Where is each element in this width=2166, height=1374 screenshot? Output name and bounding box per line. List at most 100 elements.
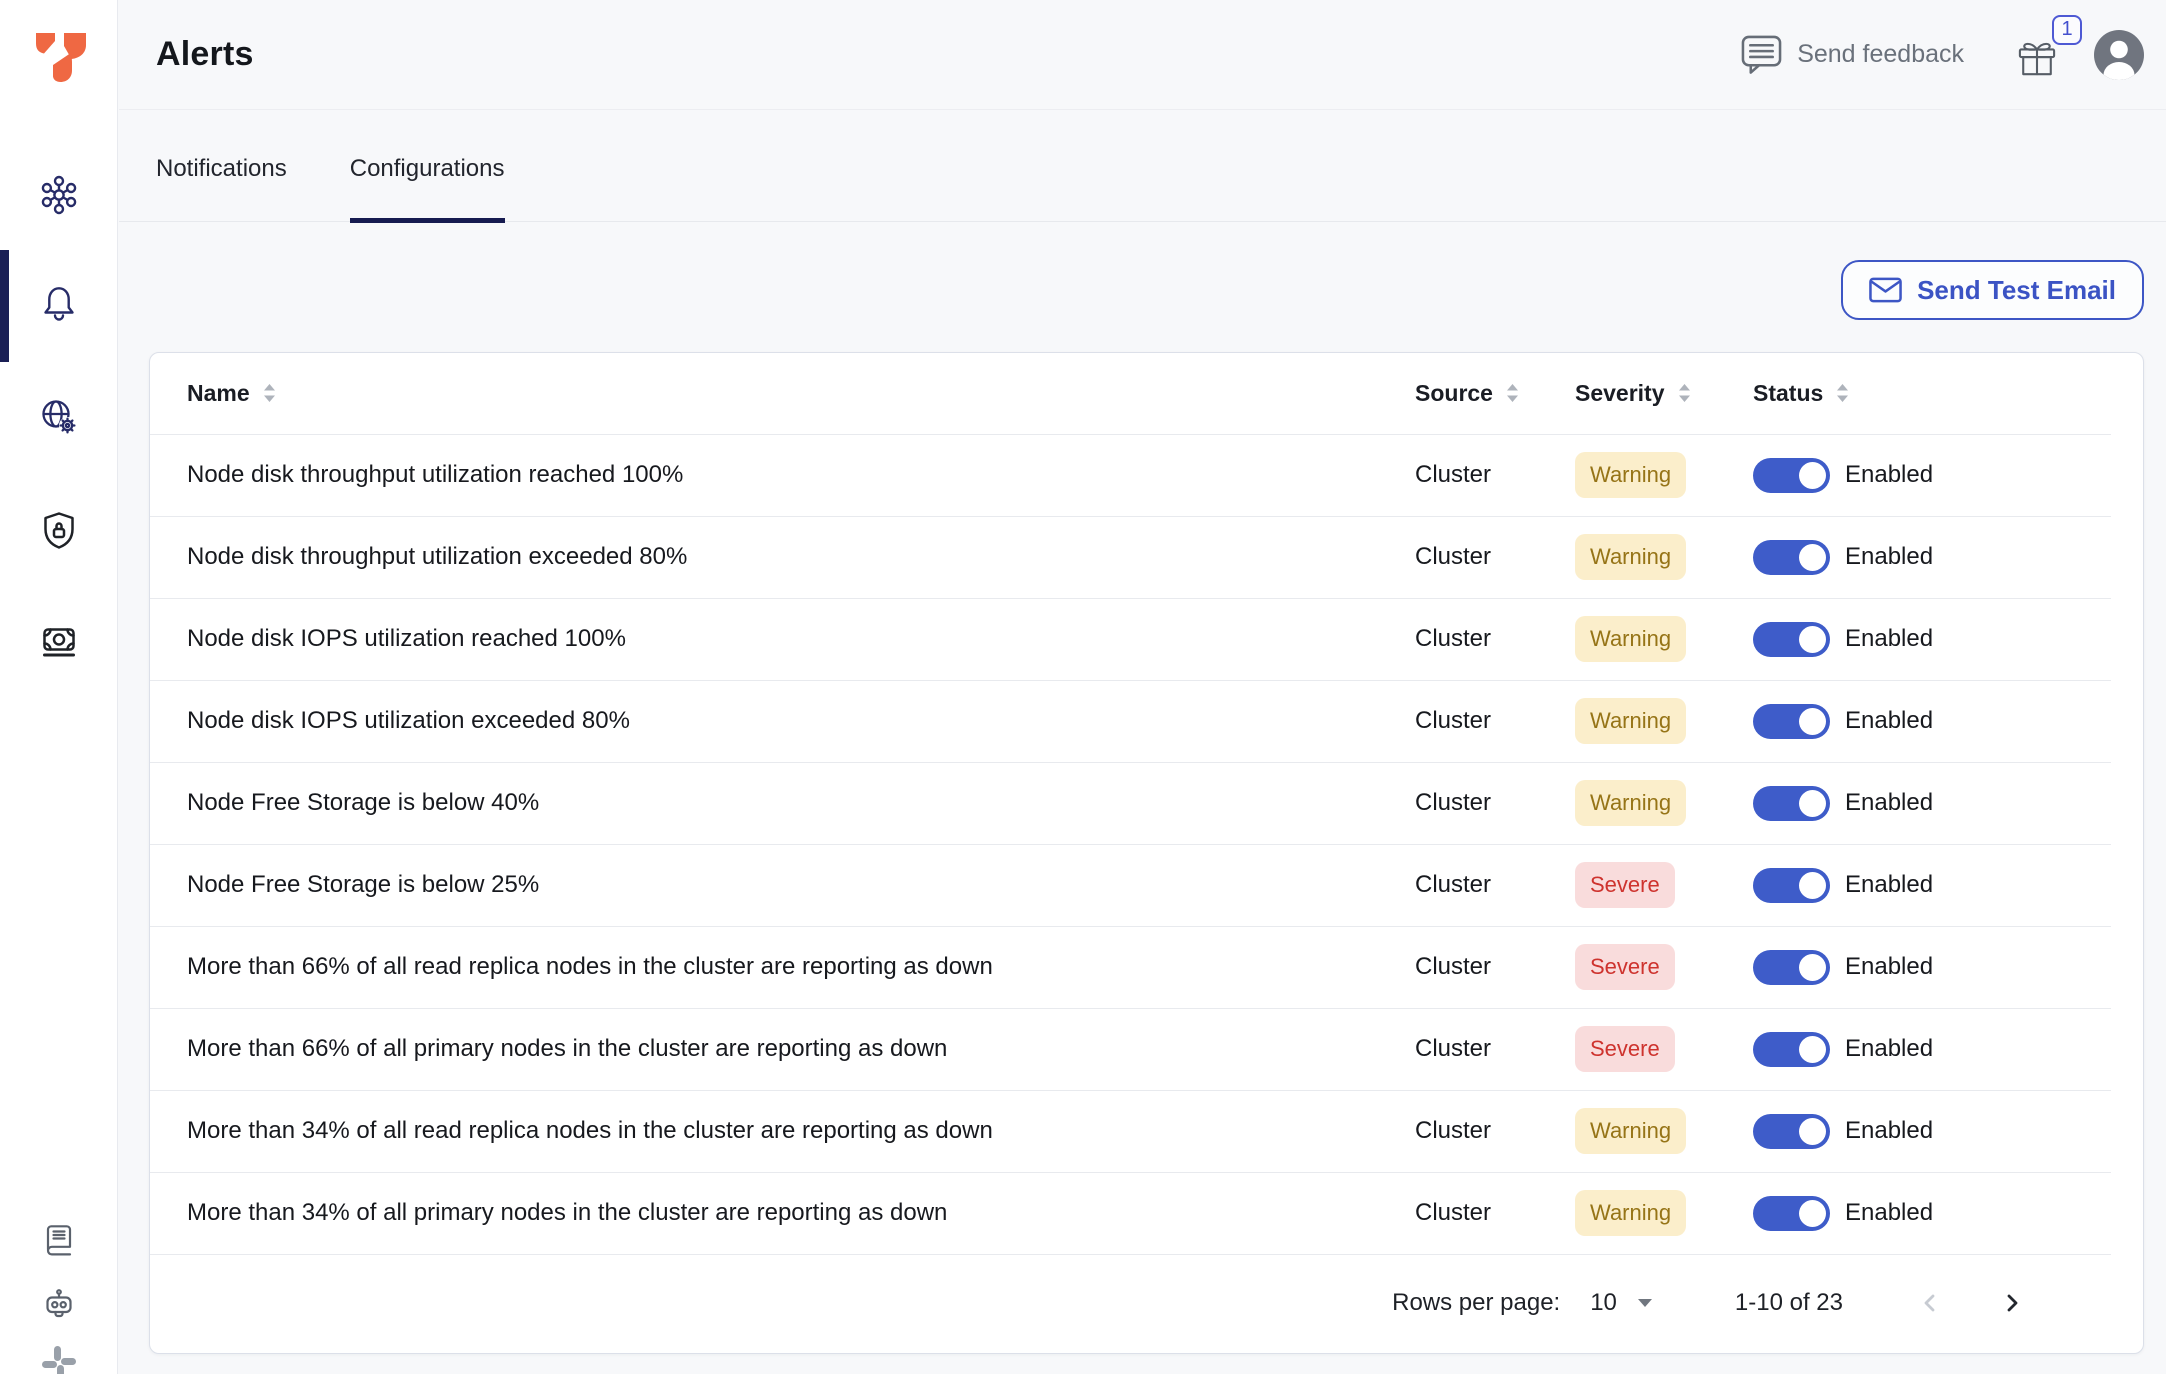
sidebar-item-alerts[interactable] — [0, 279, 117, 325]
status-toggle[interactable] — [1753, 949, 1830, 985]
table-header-row: Name Source Severity Status — [150, 353, 2111, 435]
sidebar-item-billing[interactable] — [0, 618, 117, 664]
alert-status-cell: Enabled — [1753, 1008, 2111, 1091]
alert-status-cell: Enabled — [1753, 1172, 2111, 1255]
alert-status-cell: Enabled — [1753, 762, 2111, 845]
assistant-robot-icon — [45, 1289, 72, 1318]
alert-source-cell: Cluster — [1415, 1008, 1575, 1091]
sidebar-item-docs[interactable] — [0, 1220, 117, 1258]
send-feedback-button[interactable]: Send feedback — [1741, 34, 1964, 75]
status-toggle[interactable] — [1753, 703, 1830, 739]
tab-notifications[interactable]: Notifications — [156, 110, 287, 222]
sidebar-item-slack[interactable] — [0, 1345, 117, 1374]
status-toggle[interactable] — [1753, 1031, 1830, 1067]
alert-name-cell: Node Free Storage is below 40% — [150, 762, 1415, 845]
severity-badge: Warning — [1575, 534, 1687, 580]
alerts-bell-icon — [43, 287, 74, 321]
sidebar — [0, 0, 118, 1374]
avatar[interactable] — [2094, 29, 2144, 80]
table-row[interactable]: More than 34% of all primary nodes in th… — [150, 1172, 2111, 1255]
feedback-bubble-icon — [1741, 35, 1782, 74]
billing-money-icon — [42, 628, 75, 657]
status-toggle[interactable] — [1753, 457, 1830, 493]
status-toggle[interactable] — [1753, 1195, 1830, 1231]
sort-icon[interactable] — [1678, 382, 1691, 404]
severity-badge: Warning — [1575, 616, 1687, 662]
status-toggle[interactable] — [1753, 785, 1830, 821]
column-header-name[interactable]: Name — [150, 353, 1415, 435]
alert-source-cell: Cluster — [1415, 844, 1575, 927]
table-row[interactable]: More than 66% of all primary nodes in th… — [150, 1008, 2111, 1091]
alert-status-cell: Enabled — [1753, 516, 2111, 599]
alert-severity-cell: Severe — [1575, 844, 1753, 927]
alert-name-cell: Node disk throughput utilization reached… — [150, 434, 1415, 517]
topbar-right: Send feedback 1 — [1741, 14, 2144, 80]
severity-badge: Severe — [1575, 862, 1675, 908]
send-test-email-button[interactable]: Send Test Email — [1841, 260, 2144, 320]
table-row[interactable]: Node disk IOPS utilization exceeded 80% … — [150, 680, 2111, 763]
alert-status-cell: Enabled — [1753, 926, 2111, 1009]
sidebar-item-clusters[interactable] — [0, 172, 117, 218]
clusters-icon — [41, 175, 76, 215]
status-label: Enabled — [1845, 461, 1934, 488]
chevron-right-icon — [2007, 1294, 2018, 1312]
sort-icon[interactable] — [263, 382, 276, 404]
chevron-left-icon — [1924, 1294, 1935, 1312]
pagination-bar: Rows per page: 10 1-10 of 23 — [150, 1253, 2143, 1353]
table-row[interactable]: Node Free Storage is below 25% Cluster S… — [150, 844, 2111, 927]
tab-bar: Notifications Configurations — [119, 110, 2166, 223]
yugabyte-logo[interactable] — [35, 32, 87, 84]
status-toggle[interactable] — [1753, 867, 1830, 903]
sidebar-item-assistant[interactable] — [0, 1287, 117, 1325]
sort-icon[interactable] — [1506, 382, 1519, 404]
envelope-icon — [1869, 277, 1902, 303]
status-toggle[interactable] — [1753, 539, 1830, 575]
sidebar-item-security[interactable] — [0, 508, 117, 554]
status-label: Enabled — [1845, 707, 1934, 734]
table-row[interactable]: More than 34% of all read replica nodes … — [150, 1090, 2111, 1173]
yugabyte-logo-icon — [36, 33, 86, 82]
status-label: Enabled — [1845, 789, 1934, 816]
topbar: Alerts Send feedback 1 — [119, 0, 2166, 110]
dropdown-caret-icon[interactable] — [1637, 1298, 1653, 1308]
column-header-severity[interactable]: Severity — [1575, 353, 1753, 435]
table-row[interactable]: Node disk throughput utilization reached… — [150, 434, 2111, 517]
alert-severity-cell: Severe — [1575, 1008, 1753, 1091]
table-row[interactable]: Node disk IOPS utilization reached 100% … — [150, 598, 2111, 681]
gift-button[interactable]: 1 — [2018, 14, 2082, 79]
alert-source-cell: Cluster — [1415, 762, 1575, 845]
docs-icon — [46, 1225, 71, 1256]
status-toggle[interactable] — [1753, 1113, 1830, 1149]
alert-name-cell: More than 66% of all read replica nodes … — [150, 926, 1415, 1009]
status-label: Enabled — [1845, 1199, 1934, 1226]
sidebar-item-network[interactable] — [0, 395, 117, 441]
slack-icon — [41, 1346, 76, 1374]
alert-name-cell: More than 34% of all read replica nodes … — [150, 1090, 1415, 1173]
status-label: Enabled — [1845, 543, 1934, 570]
severity-badge: Severe — [1575, 944, 1675, 990]
rows-per-page-label: Rows per page: — [1392, 1289, 1561, 1316]
tab-configurations[interactable]: Configurations — [349, 110, 505, 223]
status-toggle[interactable] — [1753, 621, 1830, 657]
alert-name-cell: More than 66% of all primary nodes in th… — [150, 1008, 1415, 1091]
table-row[interactable]: Node disk throughput utilization exceede… — [150, 516, 2111, 599]
column-header-source[interactable]: Source — [1415, 353, 1575, 435]
rows-per-page-select[interactable]: 10 — [1590, 1289, 1617, 1317]
alert-severity-cell: Warning — [1575, 1172, 1753, 1255]
previous-page-button[interactable] — [1913, 1286, 1947, 1320]
gift-icon — [2018, 42, 2056, 75]
next-page-button[interactable] — [1995, 1286, 2029, 1320]
alert-source-cell: Cluster — [1415, 926, 1575, 1009]
alert-source-cell: Cluster — [1415, 680, 1575, 763]
sort-icon[interactable] — [1836, 382, 1849, 404]
table-row[interactable]: Node Free Storage is below 40% Cluster W… — [150, 762, 2111, 845]
status-label: Enabled — [1845, 625, 1934, 652]
severity-badge: Warning — [1575, 1190, 1687, 1236]
column-header-status[interactable]: Status — [1753, 353, 2111, 435]
alert-source-cell: Cluster — [1415, 1172, 1575, 1255]
table-row[interactable]: More than 66% of all read replica nodes … — [150, 926, 2111, 1009]
alert-severity-cell: Warning — [1575, 762, 1753, 845]
network-globe-gear-icon — [41, 400, 76, 434]
alert-status-cell: Enabled — [1753, 680, 2111, 763]
alert-source-cell: Cluster — [1415, 598, 1575, 681]
